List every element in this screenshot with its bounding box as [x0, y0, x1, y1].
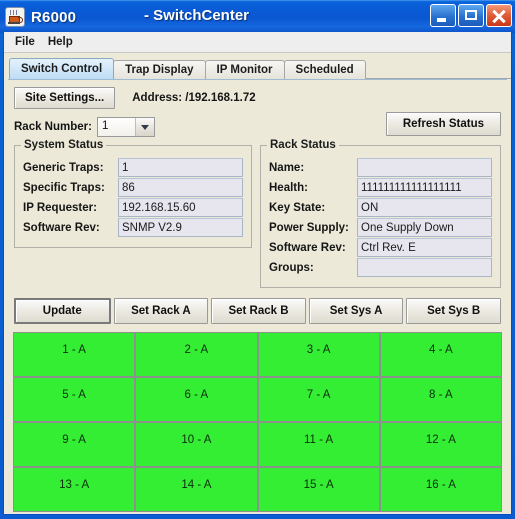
set-sys-a-button[interactable]: Set Sys A [308, 298, 404, 324]
minimize-button[interactable] [430, 4, 456, 27]
rack-number-row: Rack Number: 1 Refresh Status [8, 109, 507, 137]
window-title: R6000 [31, 8, 77, 26]
caption-button-group [430, 4, 512, 27]
field-label: Name: [269, 161, 305, 174]
tab-strip: Switch Control Trap Display IP Monitor S… [9, 57, 511, 79]
field-value[interactable]: 86 [118, 178, 243, 197]
field-label: Specific Traps: [23, 181, 105, 194]
set-rack-a-button[interactable]: Set Rack A [113, 298, 209, 324]
tab-trap-display[interactable]: Trap Display [113, 60, 206, 79]
port-cell[interactable]: 10 - A [136, 423, 257, 466]
system-status-legend: System Status [21, 139, 107, 151]
field-key-state: Key State: ON [269, 198, 492, 217]
client-area: File Help Switch Control Trap Display IP… [3, 32, 512, 515]
port-cell[interactable]: 4 - A [380, 333, 501, 376]
field-value[interactable]: ON [357, 198, 492, 217]
port-status-grid: 1 - A 2 - A 3 - A 4 - A 5 - A 6 - A 7 - … [13, 332, 502, 512]
field-software-rev: Software Rev: SNMP V2.9 [23, 218, 243, 237]
update-button[interactable]: Update [14, 298, 111, 324]
chevron-down-icon[interactable] [134, 118, 154, 136]
port-cell[interactable]: 1 - A [14, 333, 135, 376]
port-cell[interactable]: 7 - A [258, 378, 379, 421]
port-cell[interactable]: 3 - A [258, 333, 379, 376]
field-ip-requester: IP Requester: 192.168.15.60 [23, 198, 243, 217]
field-power-supply: Power Supply: One Supply Down [269, 218, 492, 237]
port-cell[interactable]: 5 - A [14, 378, 135, 421]
field-value[interactable] [357, 158, 492, 177]
site-settings-button[interactable]: Site Settings... [14, 87, 116, 109]
address-label: Address: /192.168.1.72 [132, 92, 256, 104]
tab-strip-filler [364, 59, 511, 79]
status-panels: System Status Generic Traps: 1 Specific … [8, 137, 507, 288]
port-cell[interactable]: 2 - A [136, 333, 257, 376]
menu-item-file[interactable]: File [11, 34, 44, 50]
field-value[interactable]: 111111111111111111 [357, 178, 492, 197]
site-settings-row: Site Settings... Address: /192.168.1.72 [8, 80, 507, 109]
port-cell[interactable]: 11 - A [258, 423, 379, 466]
field-generic-traps: Generic Traps: 1 [23, 158, 243, 177]
field-label: Generic Traps: [23, 161, 104, 174]
title-bar: R6000 - SwitchCenter [0, 0, 515, 33]
close-button[interactable] [486, 4, 512, 27]
field-name: Name: [269, 158, 492, 177]
field-label: IP Requester: [23, 201, 97, 214]
port-cell[interactable]: 6 - A [136, 378, 257, 421]
field-value[interactable]: Ctrl Rev. E [357, 238, 492, 257]
port-cell[interactable]: 14 - A [136, 468, 257, 511]
field-value[interactable]: 1 [118, 158, 243, 177]
application-window: R6000 - SwitchCenter File Help Switch Co… [0, 0, 515, 519]
field-label: Software Rev: [269, 241, 346, 254]
port-cell[interactable]: 8 - A [380, 378, 501, 421]
rack-number-value: 1 [97, 118, 135, 136]
field-label: Software Rev: [23, 221, 100, 234]
field-health: Health: 111111111111111111 [269, 178, 492, 197]
system-status-group: System Status Generic Traps: 1 Specific … [14, 139, 252, 248]
rack-number-select[interactable]: 1 [96, 117, 155, 137]
tab-ip-monitor[interactable]: IP Monitor [204, 60, 285, 79]
set-sys-b-button[interactable]: Set Sys B [406, 298, 501, 324]
field-label: Groups: [269, 261, 314, 274]
maximize-button[interactable] [458, 4, 484, 27]
field-value[interactable]: 192.168.15.60 [118, 198, 243, 217]
port-cell[interactable]: 12 - A [380, 423, 501, 466]
tab-scheduled[interactable]: Scheduled [283, 60, 366, 79]
action-button-row: Update Set Rack A Set Rack B Set Sys A S… [8, 288, 507, 324]
port-cell[interactable]: 16 - A [380, 468, 501, 511]
field-rack-software-rev: Software Rev: Ctrl Rev. E [269, 238, 492, 257]
port-cell[interactable]: 15 - A [258, 468, 379, 511]
field-value[interactable]: One Supply Down [357, 218, 492, 237]
rack-status-group: Rack Status Name: Health: 11111111111111… [260, 139, 501, 288]
rack-status-legend: Rack Status [267, 139, 339, 151]
field-specific-traps: Specific Traps: 86 [23, 178, 243, 197]
field-value[interactable] [357, 258, 492, 277]
field-groups: Groups: [269, 258, 492, 277]
menu-bar: File Help [4, 32, 511, 53]
field-label: Key State: [269, 201, 326, 214]
port-cell[interactable]: 9 - A [14, 423, 135, 466]
tab-switch-control[interactable]: Switch Control [9, 58, 115, 79]
set-rack-b-button[interactable]: Set Rack B [211, 298, 306, 324]
switch-control-panel: Site Settings... Address: /192.168.1.72 … [8, 79, 507, 512]
refresh-status-button[interactable]: Refresh Status [385, 112, 501, 136]
window-app-name: - SwitchCenter [144, 7, 250, 24]
field-label: Power Supply: [269, 221, 349, 234]
field-value[interactable]: SNMP V2.9 [118, 218, 243, 237]
menu-item-help[interactable]: Help [44, 34, 82, 50]
field-label: Health: [269, 181, 308, 194]
java-coffee-cup-icon [6, 8, 24, 26]
port-cell[interactable]: 13 - A [14, 468, 135, 511]
rack-number-label: Rack Number: [14, 121, 92, 133]
